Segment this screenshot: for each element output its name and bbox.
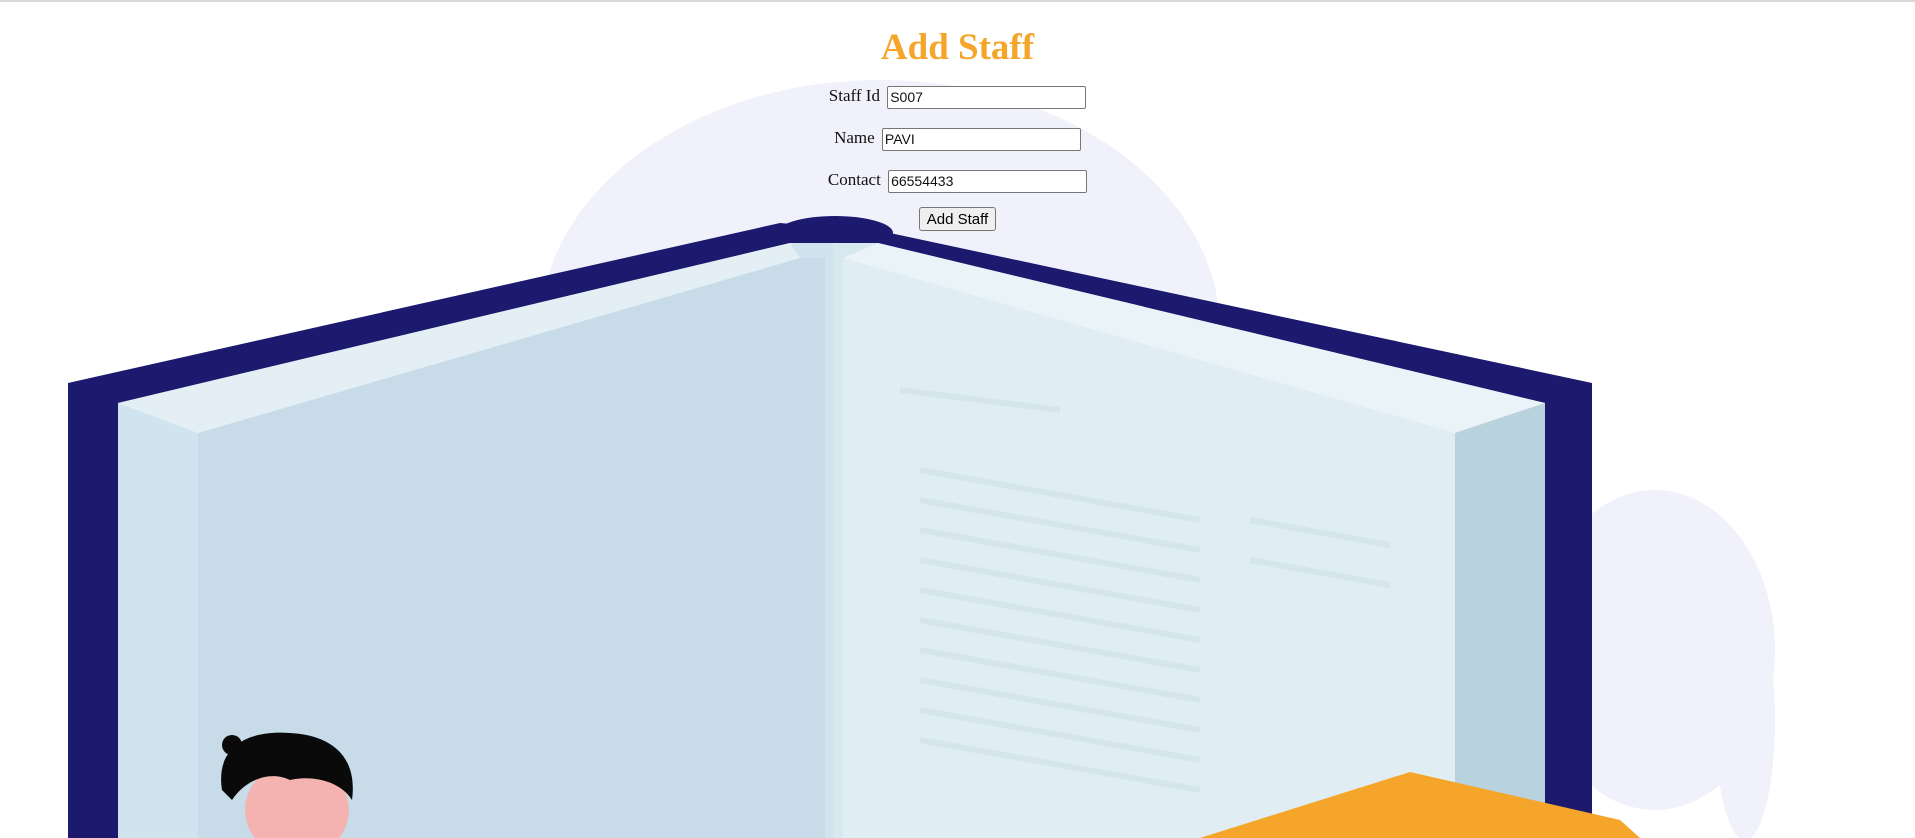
staff-id-row: Staff Id (0, 82, 1915, 110)
staff-id-label: Staff Id (828, 86, 880, 105)
book-right-page (833, 243, 1545, 838)
name-label: Name (834, 128, 875, 147)
add-staff-form: Add Staff Staff Id Name Contact Add Staf… (0, 0, 1915, 231)
name-row: Name (0, 124, 1915, 152)
add-staff-button[interactable]: Add Staff (918, 207, 997, 231)
contact-input[interactable] (888, 169, 1088, 193)
staff-id-input[interactable] (887, 85, 1087, 109)
submit-row: Add Staff (0, 207, 1915, 231)
contact-label: Contact (827, 170, 881, 189)
contact-row: Contact (0, 166, 1915, 194)
name-input[interactable] (881, 127, 1081, 151)
page-title: Add Staff (880, 27, 1035, 68)
